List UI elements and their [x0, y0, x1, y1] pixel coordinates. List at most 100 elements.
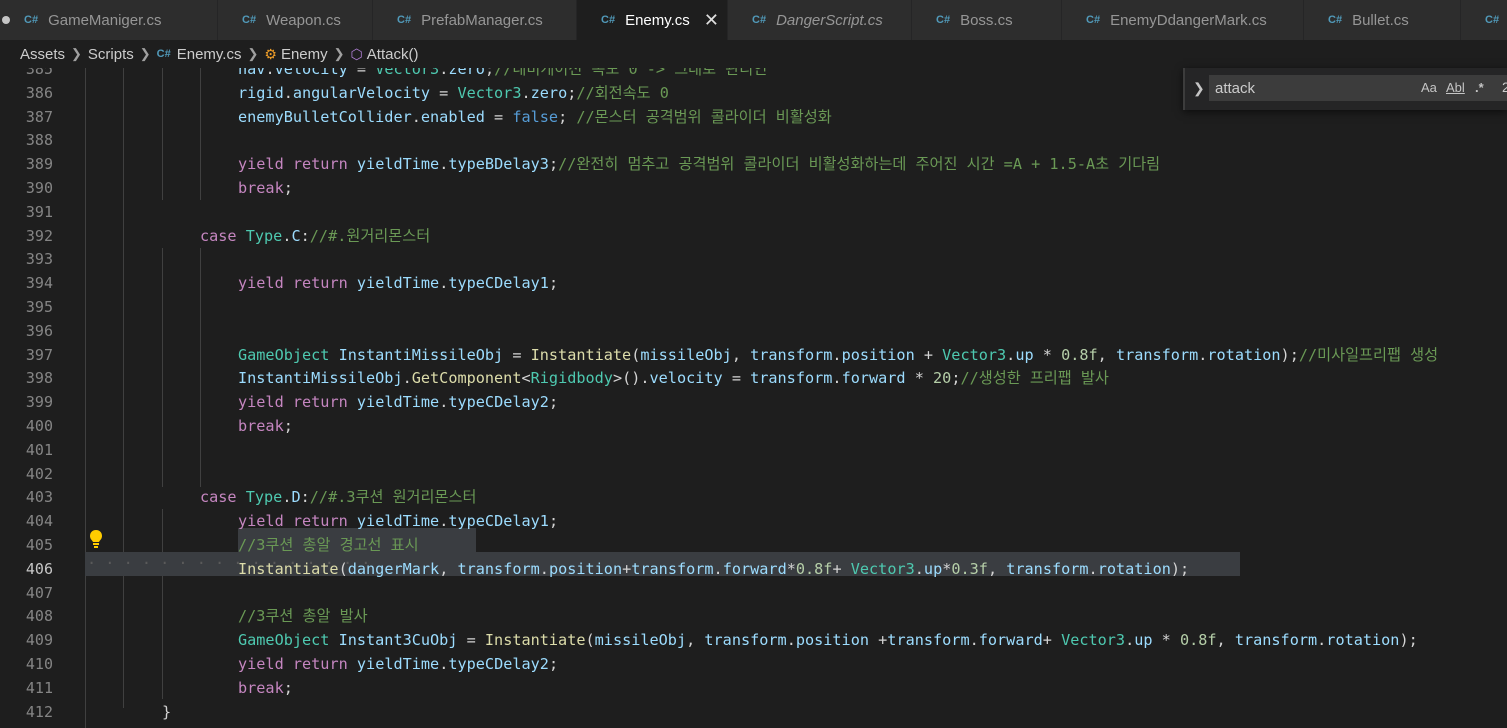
code-line[interactable]: enemyBulletCollider.enabled = false; //몬…	[238, 106, 832, 130]
regex-toggle[interactable]: .*	[1475, 80, 1484, 95]
lightbulb-icon[interactable]	[88, 529, 104, 549]
code-area[interactable]: · · · · · · · · · · · · · · · · nav.velo…	[85, 68, 1507, 728]
tab-enemyddangermark-cs[interactable]: C# EnemyDdangerMark.cs	[1062, 0, 1304, 40]
code-token: break	[238, 179, 284, 197]
code-token: nav	[238, 68, 266, 78]
code-token: //3쿠션 총알 경고선 표시	[238, 536, 419, 554]
tab-bullet-cs[interactable]: C# Bullet.cs	[1304, 0, 1461, 40]
code-line[interactable]: }	[162, 701, 171, 725]
code-token: *	[905, 369, 934, 388]
code-line[interactable]: GameObject Instant3CuObj = Instantiate(m…	[238, 629, 1418, 653]
indent-guide	[162, 509, 163, 699]
code-line[interactable]: break;	[238, 177, 293, 201]
code-line[interactable]: yield return yieldTime.typeCDelay1;	[238, 510, 558, 534]
tab-label: EnemyDdangerMark.cs	[1110, 11, 1267, 29]
code-token: typeCDelay1	[448, 274, 549, 293]
code-line[interactable]: GameObject InstantiMissileObj = Instanti…	[238, 344, 1438, 368]
code-token: return	[292, 393, 348, 412]
code-token: .	[402, 369, 412, 388]
tab-pl[interactable]: C#Pl	[1461, 0, 1507, 40]
code-token: ;	[548, 155, 559, 174]
breadcrumb-method[interactable]: Attack()	[367, 46, 419, 63]
code-token: :	[300, 488, 310, 507]
chevron-right-icon[interactable]: ❯	[1193, 80, 1205, 97]
code-token: yield	[238, 274, 284, 293]
code-line[interactable]: //3쿠션 총알 발사	[238, 605, 368, 629]
code-line[interactable]: break;	[238, 415, 293, 439]
breadcrumb-file[interactable]: Enemy.cs	[177, 46, 242, 63]
code-token: =	[484, 107, 513, 126]
code-token: .	[439, 655, 449, 673]
code-token: Type	[245, 226, 283, 245]
code-line[interactable]: InstantiMissileObj.GetComponent<Rigidbod…	[238, 367, 1109, 391]
tab-label: DangerScript.cs	[776, 11, 883, 29]
code-line[interactable]: Instantiate(dangerMark, transform.positi…	[238, 558, 1189, 582]
code-token: forward	[978, 631, 1043, 650]
tab-label: Bullet.cs	[1352, 11, 1409, 29]
code-line[interactable]: break;	[238, 677, 293, 701]
match-case-toggle[interactable]: Aa	[1421, 80, 1437, 95]
tab-prefabmanager-cs[interactable]: C# PrefabManager.cs	[373, 0, 577, 40]
breadcrumb-assets[interactable]: Assets	[20, 46, 65, 63]
code-token: D	[291, 488, 301, 507]
breadcrumb-class[interactable]: Enemy	[281, 46, 328, 63]
code-line[interactable]: case Type.C://#.원거리몬스터	[200, 225, 430, 249]
code-token: angularVelocity	[292, 83, 431, 102]
breadcrumb-scripts[interactable]: Scripts	[88, 46, 134, 63]
code-token: ;	[548, 393, 559, 412]
chevron-right-icon: ❯	[71, 46, 82, 61]
code-token: missileObj	[640, 345, 732, 364]
code-token: return	[292, 655, 348, 673]
code-token: enabled	[420, 107, 485, 126]
code-editor[interactable]: 385 386 387 388 389 390 391 392 393 394 395 396 397 3…	[0, 68, 1507, 728]
code-line[interactable]: case Type.D://#.3쿠션 원거리몬스터	[200, 486, 476, 510]
code-token: .	[1088, 559, 1098, 578]
code-token: //회전속도 0	[576, 83, 669, 102]
tab-gamemaniger-cs[interactable]: C# GameManiger.cs	[0, 0, 218, 40]
line-number: 397	[25, 345, 53, 364]
tab-boss-cs[interactable]: C# Boss.cs	[912, 0, 1062, 40]
code-token: typeCDelay1	[448, 512, 549, 531]
code-token: (	[338, 559, 348, 578]
code-token: GameObject	[238, 345, 330, 364]
line-number: 401	[25, 440, 53, 459]
code-line[interactable]: yield return yieldTime.typeCDelay2;	[238, 391, 558, 415]
code-token: 0.3f	[951, 559, 988, 578]
tab-label: GameManiger.cs	[48, 11, 162, 29]
code-token: break	[238, 417, 284, 435]
code-token: yieldTime	[356, 274, 440, 293]
tab-label: Boss.cs	[960, 11, 1013, 29]
code-line[interactable]: rigid.angularVelocity = Vector3.zero;//회…	[238, 82, 669, 106]
code-token: yield	[238, 155, 284, 174]
code-line[interactable]: yield return yieldTime.typeBDelay3;//완전히…	[238, 153, 1160, 177]
code-token: //3쿠션 총알 발사	[238, 607, 368, 626]
whole-word-toggle[interactable]: Abl	[1446, 80, 1465, 95]
code-token: zero	[530, 83, 568, 102]
code-token: .	[1125, 631, 1135, 650]
code-token: case	[200, 488, 237, 507]
tab-enemy-cs[interactable]: C# Enemy.cs ✕	[577, 0, 728, 40]
code-line[interactable]: nav.velocity = Vector3.zero;//네비게이션 속도 0…	[238, 68, 767, 82]
code-token: ;	[548, 512, 559, 531]
unsaved-dot-icon	[2, 16, 10, 24]
code-token: yieldTime	[356, 393, 440, 412]
code-token: ;	[283, 417, 293, 435]
chevron-right-icon: ❯	[139, 46, 151, 61]
code-token: 0.8f	[795, 559, 833, 578]
tab-dangerscript-cs[interactable]: C# DangerScript.cs	[728, 0, 912, 40]
code-token: =	[503, 345, 531, 364]
code-line[interactable]: //3쿠션 총알 경고선 표시	[238, 534, 419, 558]
tab-weapon-cs[interactable]: C# Weapon.cs	[218, 0, 373, 40]
close-icon[interactable]: ✕	[704, 10, 719, 31]
code-token: ,	[1216, 631, 1235, 650]
code-line[interactable]: yield return yieldTime.typeCDelay2;	[238, 653, 558, 677]
code-token: yieldTime	[356, 655, 440, 673]
editor-tab-bar: C# GameManiger.cs C# Weapon.cs C# PrefabManag…	[0, 0, 1507, 40]
code-line[interactable]: yield return yieldTime.typeCDelay1;	[238, 272, 558, 296]
code-token: (	[631, 345, 641, 364]
code-token: ;	[548, 274, 559, 293]
chevron-right-icon: ❯	[333, 46, 345, 61]
line-number: 393	[25, 250, 53, 269]
